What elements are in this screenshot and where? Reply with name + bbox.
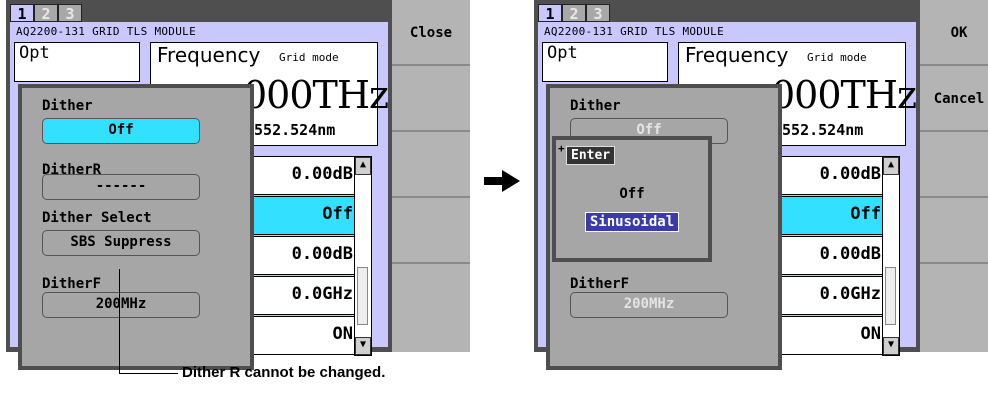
tab-1[interactable]: 1	[10, 4, 34, 23]
ditherf-label: DitherF	[570, 276, 630, 292]
page-tabs: 1 2 3	[6, 0, 392, 23]
module-title: AQ2200-131 GRID TLS MODULE	[544, 25, 724, 38]
scroll-thumb[interactable]	[357, 267, 368, 325]
softkey-3[interactable]	[392, 132, 470, 198]
frequency-label: Frequency	[157, 43, 261, 67]
close-button[interactable]: Close	[392, 0, 470, 66]
enter-title: Enter	[566, 146, 616, 165]
softkey-5[interactable]	[920, 264, 988, 330]
attenuation-row[interactable]: 0.00dB	[252, 156, 360, 195]
softkey-2[interactable]	[392, 66, 470, 132]
module-title: AQ2200-131 GRID TLS MODULE	[16, 25, 196, 38]
softkey-panel: Close	[392, 0, 470, 352]
offset-row[interactable]: 0.00dB	[780, 236, 888, 275]
offset-row[interactable]: 0.00dB	[252, 236, 360, 275]
softkey-5[interactable]	[392, 264, 470, 330]
enter-selection-popup: + Enter Off Sinusoidal	[552, 136, 712, 262]
fine-tune-row[interactable]: 0.0GHz	[252, 276, 360, 315]
fine-tune-row[interactable]: 0.0GHz	[780, 276, 888, 315]
ditherf-label: DitherF	[42, 276, 102, 292]
cancel-button[interactable]: Cancel	[920, 66, 988, 132]
softkey-3[interactable]	[920, 132, 988, 198]
option-sinusoidal[interactable]: Sinusoidal	[556, 212, 708, 232]
ditherf-field[interactable]: 200MHz	[570, 292, 728, 318]
tab-3[interactable]: 3	[58, 4, 82, 23]
attenuation-row[interactable]: 0.00dB	[780, 156, 888, 195]
scroll-up-icon[interactable]: ▲	[883, 157, 899, 175]
scrollbar[interactable]: ▲ ▼	[354, 156, 372, 356]
grid-mode-label: Grid mode	[807, 51, 867, 64]
callout-line	[119, 269, 178, 374]
plus-icon: +	[558, 142, 565, 155]
option-off[interactable]: Off	[556, 186, 708, 202]
frequency-value: 000THz	[771, 73, 917, 117]
dither-label: Dither	[570, 98, 621, 114]
callout-text: Dither R cannot be changed.	[182, 364, 386, 381]
output-row[interactable]: ON	[780, 316, 888, 355]
page-tabs: 1 2 3	[534, 0, 920, 23]
tab-2[interactable]: 2	[34, 4, 58, 23]
softkey-panel: OK Cancel	[920, 0, 988, 352]
dither-field[interactable]: Off	[42, 118, 200, 144]
dither-label: Dither	[42, 98, 93, 114]
wavelength-value: 1552.524nm	[245, 121, 336, 139]
wavelength-value: 1552.524nm	[773, 121, 864, 139]
frequency-value: 000THz	[243, 73, 389, 117]
scroll-down-icon[interactable]: ▼	[883, 337, 899, 355]
ditherr-field: ------	[42, 174, 200, 200]
arrow-right-icon	[484, 170, 520, 192]
softkey-4[interactable]	[920, 198, 988, 264]
dither-select-field[interactable]: SBS Suppress	[42, 230, 200, 256]
dither-row[interactable]: Off	[780, 196, 888, 235]
frequency-label: Frequency	[685, 43, 789, 67]
dither-row[interactable]: Off	[252, 196, 360, 235]
opt-box[interactable]: Opt	[14, 42, 140, 82]
scrollbar[interactable]: ▲ ▼	[882, 156, 900, 356]
tab-3[interactable]: 3	[586, 4, 610, 23]
tab-2[interactable]: 2	[562, 4, 586, 23]
option-sinusoidal-label: Sinusoidal	[584, 212, 680, 232]
opt-label: Opt	[19, 43, 50, 63]
tab-1[interactable]: 1	[538, 4, 562, 23]
grid-mode-label: Grid mode	[279, 51, 339, 64]
scroll-down-icon[interactable]: ▼	[355, 337, 371, 355]
softkey-4[interactable]	[392, 198, 470, 264]
ok-button[interactable]: OK	[920, 0, 988, 66]
opt-label: Opt	[547, 43, 578, 63]
output-row[interactable]: ON	[252, 316, 360, 355]
dither-select-label: Dither Select	[42, 210, 152, 226]
opt-box[interactable]: Opt	[542, 42, 668, 82]
scroll-up-icon[interactable]: ▲	[355, 157, 371, 175]
scroll-thumb[interactable]	[885, 267, 896, 325]
